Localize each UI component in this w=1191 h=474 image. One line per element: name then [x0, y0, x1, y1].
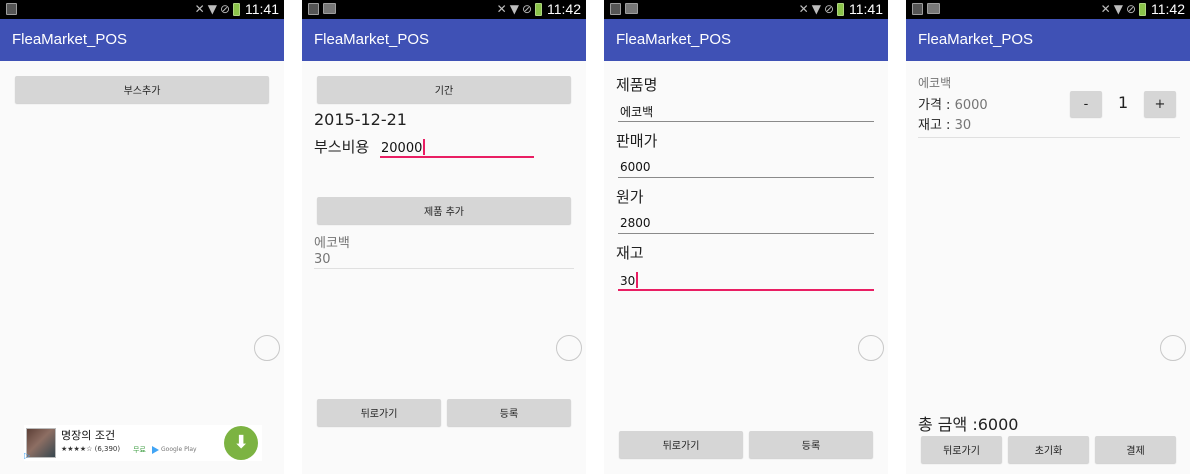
pay-button[interactable]: 결제 — [1095, 436, 1176, 463]
reset-button[interactable]: 초기화 — [1008, 436, 1089, 463]
floating-circle-button[interactable] — [254, 335, 280, 361]
stock-label: 재고 — [616, 244, 644, 262]
product-name: 에코백 — [918, 76, 952, 90]
notification-icon — [6, 3, 17, 15]
clock: 11:42 — [547, 1, 581, 17]
product-price: 가격 : 6000 — [918, 98, 988, 113]
mute-icon: ✕ — [1100, 2, 1111, 16]
ad-price: 무료 — [133, 446, 146, 454]
screen-add-product: ✕ ▼ ⊘ 11:41 FleaMarket_POS 제품명 에코백 판매가 6… — [604, 0, 888, 474]
download-icon[interactable]: ⬇ — [224, 426, 258, 460]
battery-icon — [1139, 3, 1146, 16]
back-button[interactable]: 뒤로가기 — [921, 436, 1002, 463]
ad-banner[interactable]: 명장의 조건 ★★★★☆ (6,390) 무료 Google Play ⬇ ▷ — [24, 425, 262, 461]
status-bar: ✕ ▼ ⊘ 11:41 — [604, 0, 888, 19]
image-icon — [625, 3, 638, 14]
floating-circle-button[interactable] — [1160, 335, 1186, 361]
ad-store: Google Play — [161, 446, 197, 453]
total-amount: 총 금액 :6000 — [918, 415, 1019, 434]
google-play-icon — [152, 446, 159, 454]
mute-icon: ✕ — [798, 2, 809, 16]
screen-booth-list: ✕ ▼ ⊘ 11:41 FleaMarket_POS 부스추가 명장의 조건 ★… — [0, 0, 284, 474]
image-icon — [323, 3, 336, 14]
app-bar: FleaMarket_POS — [604, 19, 888, 61]
back-button[interactable]: 뒤로가기 — [317, 399, 441, 426]
app-title: FleaMarket_POS — [314, 31, 430, 48]
ad-choices-icon[interactable]: ▷ — [24, 451, 30, 460]
notification-icon — [308, 3, 319, 15]
booth-cost-underline — [380, 156, 534, 158]
clock: 11:42 — [1151, 1, 1185, 17]
ad-title: 명장의 조건 — [61, 429, 116, 442]
sale-price-underline — [618, 177, 874, 178]
mute-icon: ✕ — [496, 2, 507, 16]
notification-icon — [610, 3, 621, 15]
increase-quantity-button[interactable]: + — [1144, 91, 1176, 117]
screen-checkout: ✕ ▼ ⊘ 11:42 FleaMarket_POS 에코백 가격 : 6000… — [906, 0, 1190, 474]
app-title: FleaMarket_POS — [12, 31, 128, 48]
floating-circle-button[interactable] — [556, 335, 582, 361]
product-name-input[interactable]: 에코백 — [620, 103, 653, 120]
clock: 11:41 — [849, 1, 883, 17]
app-title: FleaMarket_POS — [616, 31, 732, 48]
battery-icon — [837, 3, 844, 16]
product-name-label: 제품명 — [616, 76, 658, 94]
sale-price-label: 판매가 — [616, 132, 658, 150]
status-bar: ✕ ▼ ⊘ 11:42 — [906, 0, 1190, 19]
wifi-icon: ▼ — [1113, 2, 1123, 16]
product-stock[interactable]: 30 — [314, 252, 331, 267]
product-name-underline — [618, 121, 874, 122]
product-name[interactable]: 에코백 — [314, 232, 350, 251]
list-divider — [918, 137, 1180, 138]
quantity-value: 1 — [1118, 93, 1129, 112]
no-signal-icon: ⊘ — [1125, 2, 1136, 16]
floating-circle-button[interactable] — [858, 335, 884, 361]
booth-cost-input[interactable]: 20000 — [381, 139, 426, 156]
wifi-icon: ▼ — [509, 2, 519, 16]
notification-icon — [912, 3, 923, 15]
list-divider — [314, 268, 574, 269]
booth-cost-label: 부스비용 — [314, 138, 370, 156]
decrease-quantity-button[interactable]: - — [1070, 91, 1102, 117]
stock-input[interactable]: 30 — [620, 272, 639, 288]
text-cursor — [423, 139, 426, 155]
add-product-button[interactable]: 제품 추가 — [317, 197, 571, 224]
wifi-icon: ▼ — [207, 2, 217, 16]
image-icon — [927, 3, 940, 14]
battery-icon — [535, 3, 542, 16]
add-booth-button[interactable]: 부스추가 — [15, 76, 269, 103]
app-bar: FleaMarket_POS — [906, 19, 1190, 61]
app-title: FleaMarket_POS — [918, 31, 1034, 48]
back-button[interactable]: 뒤로가기 — [619, 431, 743, 458]
no-signal-icon: ⊘ — [823, 2, 834, 16]
status-bar: ✕ ▼ ⊘ 11:42 — [302, 0, 586, 19]
product-stock: 재고 : 30 — [918, 118, 972, 133]
register-button[interactable]: 등록 — [749, 431, 873, 458]
mute-icon: ✕ — [194, 2, 205, 16]
ad-rating: ★★★★☆ (6,390) — [61, 445, 121, 453]
clock: 11:41 — [245, 1, 279, 17]
stock-underline — [618, 289, 874, 291]
register-button[interactable]: 등록 — [447, 399, 571, 426]
text-cursor — [636, 272, 639, 288]
battery-icon — [233, 3, 240, 16]
period-button[interactable]: 기간 — [317, 76, 571, 103]
ad-thumbnail — [26, 428, 56, 458]
screen-booth-detail: ✕ ▼ ⊘ 11:42 FleaMarket_POS 기간 2015-12-21… — [302, 0, 586, 474]
date-label: 2015-12-21 — [314, 110, 407, 129]
sale-price-input[interactable]: 6000 — [620, 160, 651, 174]
app-bar: FleaMarket_POS — [0, 19, 284, 61]
no-signal-icon: ⊘ — [219, 2, 230, 16]
app-bar: FleaMarket_POS — [302, 19, 586, 61]
status-bar: ✕ ▼ ⊘ 11:41 — [0, 0, 284, 19]
wifi-icon: ▼ — [811, 2, 821, 16]
no-signal-icon: ⊘ — [521, 2, 532, 16]
cost-price-underline — [618, 233, 874, 234]
cost-price-input[interactable]: 2800 — [620, 216, 651, 230]
cost-price-label: 원가 — [616, 188, 644, 206]
